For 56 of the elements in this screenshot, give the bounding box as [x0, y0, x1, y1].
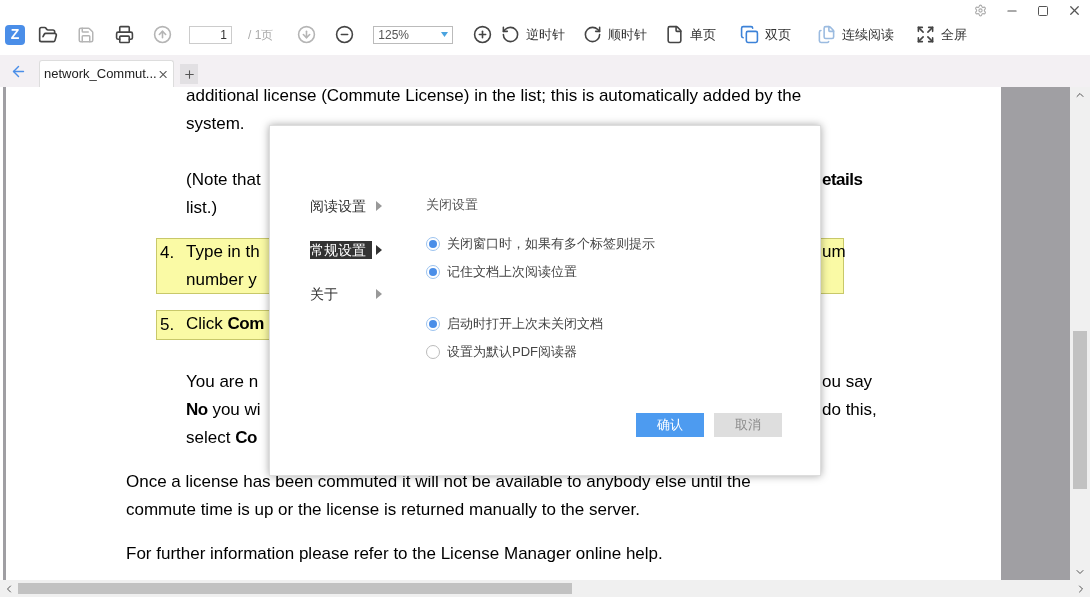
radio-option[interactable]: 启动时打开上次未关闭文档: [426, 314, 820, 334]
plus-icon: [182, 67, 196, 81]
document-text-line: (Note that: [186, 170, 261, 189]
radio-option[interactable]: 设置为默认PDF阅读器: [426, 342, 820, 362]
radio-option[interactable]: 关闭窗口时，如果有多个标签则提示: [426, 234, 820, 254]
settings-nav-item[interactable]: 阅读设置: [310, 197, 372, 215]
continuous-read-icon: [817, 25, 837, 44]
caret-right-icon: [376, 289, 382, 299]
document-tab[interactable]: network_Commut...: [39, 60, 174, 87]
document-text-line: number y: [186, 270, 257, 289]
section-heading: 关闭设置: [426, 196, 479, 214]
document-text-line: Type in th: [186, 242, 260, 261]
double-page-button[interactable]: 双页: [740, 20, 792, 49]
settings-nav-item[interactable]: 关于: [310, 285, 372, 303]
single-page-icon: [665, 25, 685, 44]
document-text-fragment: etails: [822, 169, 863, 191]
fullscreen-icon: [916, 25, 936, 44]
rotate-left-button[interactable]: 逆时针: [501, 20, 566, 49]
app-logo: Z: [5, 24, 25, 45]
horizontal-scrollbar[interactable]: [0, 580, 1090, 597]
rotate-left-icon: [501, 25, 521, 44]
dropdown-caret-icon: [441, 32, 449, 37]
double-page-icon: [740, 25, 760, 44]
document-text-line: You are n: [186, 372, 259, 391]
fullscreen-button[interactable]: 全屏: [916, 20, 968, 49]
document-text-line: Once a license has been commuted it will not be available to anybody else until the: [126, 472, 751, 491]
single-page-button[interactable]: 单页: [665, 20, 717, 49]
rotate-right-icon: [583, 25, 603, 44]
caret-right-icon: [376, 245, 382, 255]
close-icon[interactable]: [1067, 3, 1082, 18]
document-text-fragment: um: [822, 241, 846, 263]
document-text-fragment: do this,: [822, 399, 877, 421]
rotate-right-button[interactable]: 顺时针: [583, 20, 648, 49]
document-text-line: select Co: [186, 428, 257, 447]
caret-right-icon: [376, 201, 382, 211]
document-text-line: list.): [186, 198, 218, 217]
settings-icon[interactable]: [974, 4, 987, 17]
document-text-line: Click Com: [186, 314, 264, 333]
document-text-line: system.: [186, 114, 245, 133]
radio-option[interactable]: 记住文档上次阅读位置: [426, 262, 820, 282]
new-tab-button[interactable]: [180, 64, 198, 84]
scrollbar-thumb[interactable]: [1073, 331, 1087, 489]
page-total: / 1页: [248, 26, 274, 44]
maximize-icon[interactable]: [1037, 4, 1049, 17]
document-text-fragment: ou say: [822, 371, 873, 393]
page-number-field[interactable]: 1: [189, 25, 232, 44]
zoom-select[interactable]: 125%: [373, 25, 454, 44]
list-number: 4.: [159, 242, 176, 264]
settings-nav-item[interactable]: 常规设置: [310, 241, 372, 259]
document-text-line: For further information please refer to the License Manager online help.: [126, 544, 663, 563]
continuous-read-button[interactable]: 连续阅读: [817, 20, 895, 49]
document-text-line: additional license (Commute License) in the list; this is automatically added by the: [186, 87, 802, 105]
document-text-line: No you wi: [186, 400, 261, 419]
scrollbar-thumb[interactable]: [18, 583, 572, 594]
document-text-line: commute time is up or the license is returned manually to the server.: [126, 500, 640, 519]
list-number: 5.: [159, 314, 176, 336]
